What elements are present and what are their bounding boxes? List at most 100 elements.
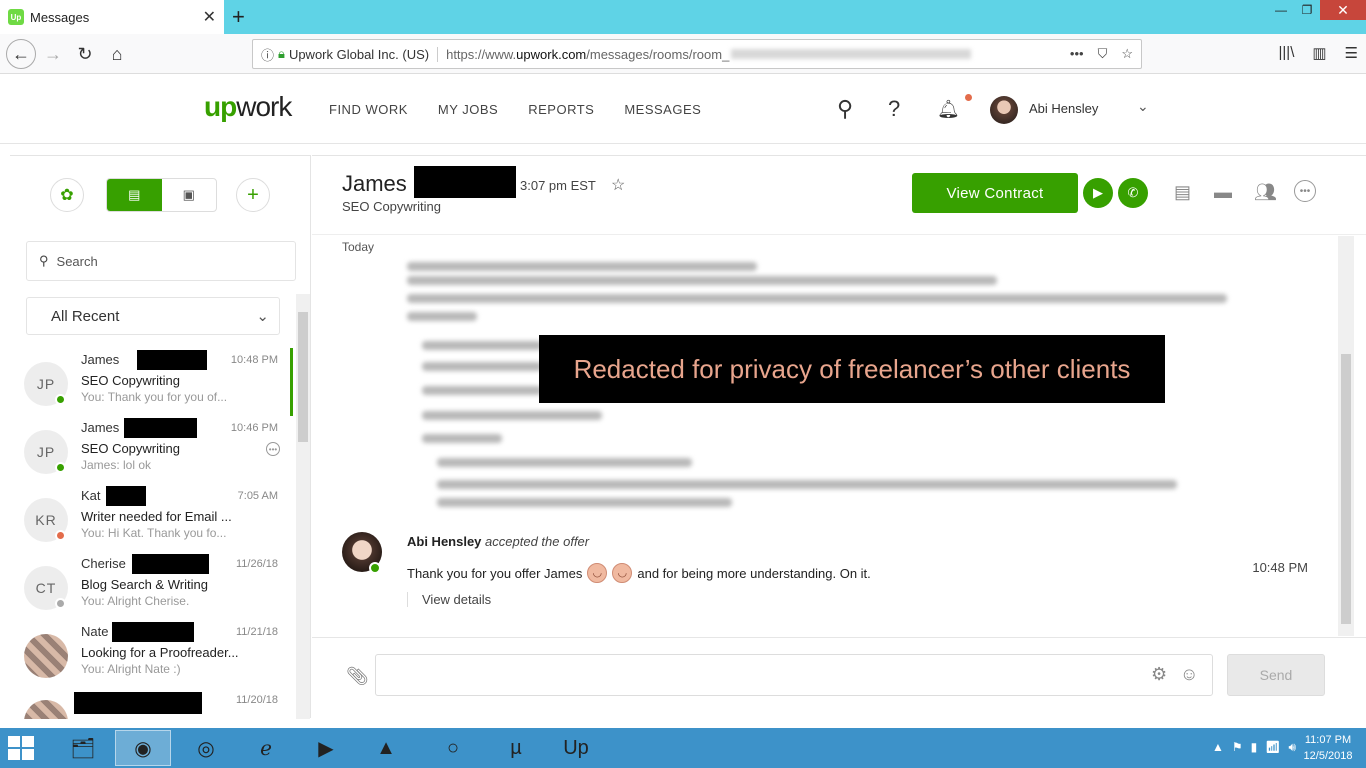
room-time: 10:46 PM [230,422,278,434]
utorrent-icon[interactable]: µ [488,730,544,766]
room-time: 11/21/18 [235,626,278,638]
system-tray: ▲ ⚑ ▮ 📶︎ 🔊︎ [1212,740,1296,755]
nav-messages[interactable]: MESSAGES [624,102,701,117]
system-clock[interactable]: 11:07 PM 12/5/2018 [1298,732,1358,764]
message-composer: 📎︎ ⚙ ☺ Send [312,637,1366,718]
messages-view-icon[interactable]: ▤ [107,179,162,211]
view-contract-button[interactable]: View Contract [912,173,1078,213]
settings-gear-icon[interactable]: ⚙ [1151,664,1167,685]
url-text[interactable]: https://www.upwork.com/messages/rooms/ro… [446,47,972,62]
send-button[interactable]: Send [1227,654,1325,696]
reload-icon[interactable]: ↻ [72,41,98,67]
redaction-bar [74,692,202,714]
new-room-plus-icon[interactable]: + [236,178,270,212]
attach-paperclip-icon[interactable]: 📎︎ [346,666,369,687]
upwork-favicon-icon: Up [8,9,24,25]
upwork-app-icon[interactable]: Up [548,730,604,766]
media-player-icon[interactable]: ▶ [298,730,354,766]
main-nav: FIND WORK MY JOBS REPORTS MESSAGES [329,102,701,117]
room-list-item[interactable]: CT Cherise 11/26/18 Blog Search & Writin… [24,554,286,624]
room-name: Kat [81,488,101,503]
search-placeholder: Search [56,253,98,269]
address-bar[interactable]: ⓘ 🔒︎ Upwork Global Inc. (US) https://www… [252,39,1142,69]
close-tab-icon[interactable]: ✕ [203,7,216,27]
bookmark-star-icon[interactable]: ☆ [1121,46,1133,62]
close-window-icon[interactable]: ✕ [1320,0,1366,20]
active-room-indicator [290,348,293,416]
rooms-scrollbar[interactable] [296,294,310,719]
upwork-logo[interactable]: upwork [204,91,292,123]
search-icon[interactable]: ⚲ [837,96,853,122]
conversation-header: James 3:07 pm EST ☆ SEO Copywriting View… [312,155,1366,235]
video-call-icon[interactable]: ▶ [1083,178,1113,208]
nav-my-jobs[interactable]: MY JOBS [438,102,498,117]
more-options-icon[interactable]: ••• [1294,180,1316,202]
thread-scrollbar[interactable] [1338,236,1354,636]
sidebar-toggle-icon[interactable]: ▥ [1312,44,1326,62]
contacts-view-icon[interactable]: ▣ [162,179,217,211]
blurred-text [407,262,757,271]
forward-icon[interactable]: → [40,41,66,67]
people-icon[interactable]: 👥︎ [1254,182,1277,203]
restore-icon[interactable]: ❐ [1294,0,1320,20]
home-icon[interactable]: ⌂ [104,41,130,67]
notes-icon[interactable]: ▤ [1174,182,1191,203]
network-icon[interactable]: 📶︎ [1265,740,1280,755]
more-options-icon[interactable]: ••• [266,442,280,456]
notifications-bell-icon[interactable]: 🔔︎ [937,99,960,120]
phone-call-icon[interactable]: ✆ [1118,178,1148,208]
back-icon[interactable]: ← [6,39,36,69]
folder-icon[interactable]: ▬ [1214,182,1232,203]
room-list-item[interactable]: JP James 10:48 PM SEO Copywriting You: T… [24,350,286,420]
internet-explorer-icon[interactable]: ℯ [238,730,294,766]
avatar[interactable] [990,96,1018,124]
settings-gear-icon[interactable]: ✿ [50,178,84,212]
user-name[interactable]: Abi Hensley [1029,101,1098,116]
vlc-icon[interactable]: ▲ [358,730,414,766]
library-icon[interactable]: |||\ [1279,44,1295,62]
firefox-icon[interactable]: ◉ [115,730,171,766]
redaction-bar [112,622,194,642]
chrome-icon[interactable]: ◎ [178,730,234,766]
favorite-star-icon[interactable]: ☆ [611,175,625,195]
menu-icon[interactable]: ☰ [1345,44,1358,62]
nav-reports[interactable]: REPORTS [528,102,594,117]
emoji-picker-icon[interactable]: ☺ [1180,664,1198,685]
browser-tab-bar: Up Messages ✕ + — ❐ ✕ [0,0,1366,34]
search-input[interactable]: ⚲ Search [26,241,296,281]
windows-start-icon[interactable] [8,736,34,760]
message-input[interactable] [375,654,1213,696]
room-list-item[interactable]: KR Kat 7:05 AM Writer needed for Email .… [24,486,286,556]
volume-icon[interactable]: 🔊︎ [1288,740,1296,755]
room-snippet: You: Alright Nate :) [81,662,181,676]
room-name: James [81,420,120,435]
action-center-icon[interactable]: ⚑ [1232,740,1243,755]
room-time: 11/26/18 [235,558,278,570]
help-icon[interactable]: ? [888,96,900,122]
info-icon[interactable]: ⓘ [261,45,274,64]
room-title: Blog Search & Writing [81,577,208,592]
page-actions-icon[interactable]: ••• [1070,46,1084,62]
room-list-item[interactable]: 11/20/18 [24,692,286,719]
file-explorer-icon[interactable]: 🗂︎ [55,730,111,766]
browser-tab[interactable]: Up Messages ✕ [0,0,224,34]
view-details-link[interactable]: View details [407,592,491,607]
redaction-bar [124,418,197,438]
chevron-down-icon[interactable]: ⌄ [1137,98,1149,115]
blurred-text [437,480,1177,489]
redaction-bar [106,486,146,506]
new-tab-icon[interactable]: + [232,4,245,30]
site-header: upwork FIND WORK MY JOBS REPORTS MESSAGE… [0,74,1366,144]
pocket-icon[interactable]: ⛉ [1098,46,1108,62]
room-list-item[interactable]: Nate 11/21/18 Looking for a Proofreader.… [24,622,286,692]
opera-icon[interactable]: ○ [425,730,481,766]
search-icon: ⚲ [39,253,49,268]
nav-find-work[interactable]: FIND WORK [329,102,408,117]
room-filter-dropdown[interactable]: All Recent ⌄ [26,297,280,335]
minimize-icon[interactable]: — [1268,0,1294,20]
battery-icon[interactable]: ▮ [1251,740,1258,755]
browser-toolbar: ← → ↻ ⌂ ⓘ 🔒︎ Upwork Global Inc. (US) htt… [0,34,1366,74]
room-list-item[interactable]: JP James 10:46 PM SEO Copywriting ••• Ja… [24,418,286,488]
tray-overflow-icon[interactable]: ▲ [1212,740,1224,755]
room-snippet: You: Alright Cherise. [81,594,190,608]
